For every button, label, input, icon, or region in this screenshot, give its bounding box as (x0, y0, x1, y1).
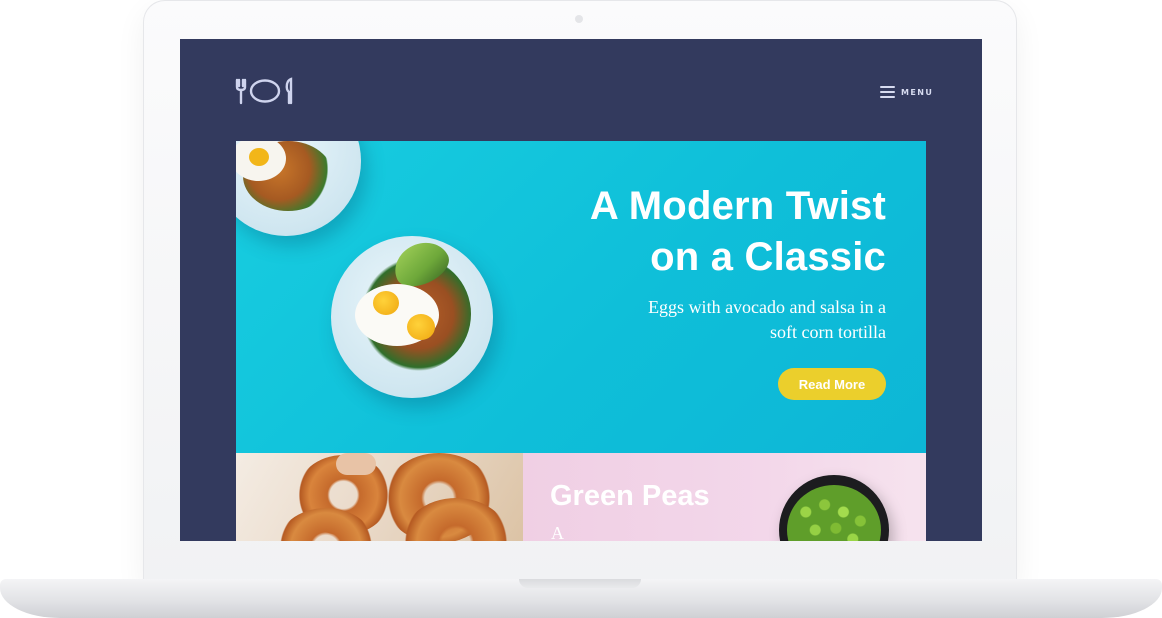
webcam (575, 15, 583, 23)
laptop-notch (519, 579, 641, 588)
card-green-peas[interactable]: Green Peas A (523, 453, 926, 541)
hero-title-line2: on a Classic (650, 235, 886, 279)
menu-button[interactable]: MENU (880, 84, 933, 100)
hero-subtitle-line2: soft corn tortilla (770, 322, 886, 342)
card-donuts[interactable] (236, 453, 523, 541)
donut-image (236, 453, 523, 541)
logo-icon[interactable] (235, 76, 295, 106)
screen: MENU A Modern Twist on a Classic Eggs wi… (180, 39, 982, 541)
hero-title: A Modern Twist on a Classic (466, 181, 886, 283)
card-description: A (551, 523, 564, 541)
hamburger-icon (880, 86, 895, 98)
hero-subtitle: Eggs with avocado and salsa in a soft co… (566, 295, 886, 345)
hero-banner: A Modern Twist on a Classic Eggs with av… (236, 141, 926, 453)
hero-subtitle-line1: Eggs with avocado and salsa in a (648, 297, 886, 317)
hero-title-line1: A Modern Twist (589, 184, 886, 228)
plate-image-top (236, 141, 361, 236)
peas-bowl-image (779, 475, 889, 541)
read-more-button[interactable]: Read More (778, 368, 886, 400)
card-title: Green Peas (550, 480, 710, 512)
menu-label: MENU (901, 87, 934, 97)
